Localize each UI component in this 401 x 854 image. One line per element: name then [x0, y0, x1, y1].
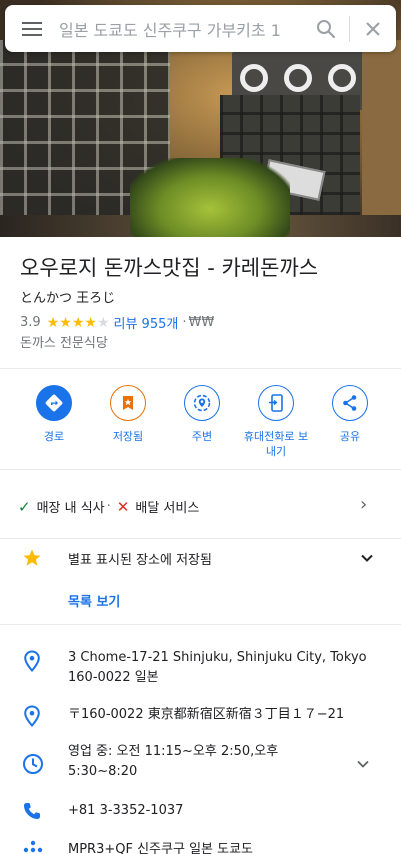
send-to-phone-button[interactable]: 휴대전화로 보내기 [239, 385, 313, 459]
plus-code-text: MPR3+QF 신주쿠구 일본 도쿄도 [68, 842, 253, 854]
place-native-name: とんかつ 王ろじ [20, 291, 116, 306]
chevron-down-icon[interactable] [355, 756, 371, 772]
starred-list-icon [23, 549, 41, 566]
rating-row: 3.9 ★ ★ ★ ★ ★ 리뷰 955개 · ₩₩ [20, 313, 214, 332]
send-to-phone-label: 휴대전화로 보내기 [243, 430, 309, 458]
nearby-button[interactable]: 주변 [165, 385, 239, 459]
view-list-link[interactable]: 목록 보기 [68, 591, 120, 610]
action-bar: 경로 저장됨 주변 휴대전화로 보내기 공유 [17, 385, 387, 459]
search-input[interactable]: 일본 도쿄도 신주쿠구 가부키초 1 [59, 17, 303, 41]
send-to-phone-icon [269, 394, 283, 412]
search-bar: 일본 도쿄도 신주쿠구 가부키초 1 [5, 5, 396, 52]
location-pin-icon [24, 705, 40, 727]
hamburger-menu-icon [22, 21, 42, 36]
star-icon: ★ [59, 314, 72, 331]
divider [0, 624, 401, 625]
bookmark-icon [123, 396, 133, 410]
service-options[interactable]: ✓ 매장 내 식사 · ✕ 배달 서비스 [18, 497, 200, 517]
divider [0, 538, 401, 539]
star-empty-icon: ★ [96, 314, 110, 331]
dine-in-label: 매장 내 식사 [36, 501, 105, 516]
save-label: 저장됨 [112, 430, 144, 443]
directions-button[interactable]: 경로 [17, 385, 91, 459]
phone-icon [24, 803, 40, 819]
share-icon [343, 395, 357, 411]
place-category: 돈까스 전문식당 [20, 336, 108, 351]
share-button[interactable]: 공유 [313, 385, 387, 459]
location-pin-icon [24, 650, 40, 672]
star-icon: ★ [84, 314, 97, 331]
place-title: 오우로지 돈까스맛집 - 카레돈까스 [20, 256, 319, 280]
chevron-down-icon[interactable] [359, 550, 375, 566]
saved-list-text: 별표 표시된 장소에 저장됨 [68, 553, 212, 568]
star-icon: ★ [46, 314, 60, 331]
search-button[interactable] [303, 5, 349, 52]
nearby-icon [193, 394, 211, 412]
nearby-label: 주변 [191, 430, 213, 443]
price-separator: · [182, 315, 187, 330]
plus-code-icon [23, 840, 43, 853]
divider [0, 368, 401, 369]
address-ja-text: 〒160-0022 東京都新宿区新宿３丁目１７−21 [68, 707, 345, 722]
directions-label: 경로 [43, 430, 65, 443]
service-separator: · [106, 499, 111, 514]
clock-icon [23, 754, 43, 774]
photo-plant [130, 158, 290, 237]
rating-value: 3.9 [20, 315, 41, 330]
close-button[interactable] [350, 5, 396, 52]
rating-stars: ★ ★ ★ ★ ★ [47, 316, 110, 330]
divider [0, 469, 401, 470]
chevron-right-icon[interactable]: › [360, 494, 367, 515]
save-button[interactable]: 저장됨 [91, 385, 165, 459]
search-icon [317, 19, 336, 38]
check-icon: ✓ [18, 497, 31, 516]
share-label: 공유 [339, 430, 361, 443]
menu-button[interactable] [5, 5, 59, 52]
directions-icon [45, 394, 63, 412]
close-icon [366, 21, 380, 36]
address-text: 3 Chome-17-21 Shinjuku, Shinjuku City, T… [68, 650, 367, 685]
cross-icon: ✕ [116, 497, 130, 516]
reviews-link[interactable]: 리뷰 955개 [114, 313, 179, 332]
hours-text: 영업 중: 오전 11:15~오후 2:50,오후 5:30~8:20 [68, 744, 279, 779]
star-icon: ★ [71, 314, 85, 331]
price-level: ₩₩ [188, 315, 215, 330]
phone-text: +81 3-3352-1037 [68, 803, 184, 818]
photo-pillar [362, 40, 401, 237]
delivery-label: 배달 서비스 [135, 501, 200, 516]
